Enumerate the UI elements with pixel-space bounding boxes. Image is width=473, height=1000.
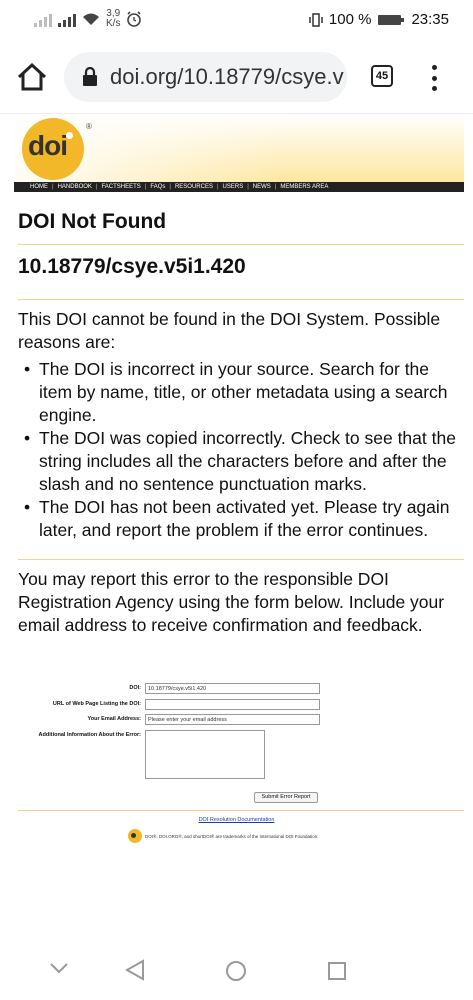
submit-button[interactable]: Submit Error Report — [254, 792, 318, 803]
alarm-icon — [127, 11, 142, 27]
nav-factsheets[interactable]: FACTSHEETS — [101, 184, 140, 190]
docs-link[interactable]: DOI Resolution Documentation — [0, 817, 473, 823]
recents-icon[interactable] — [327, 961, 347, 981]
divider — [18, 542, 464, 560]
reasons-section: This DOI cannot be found in the DOI Syst… — [18, 300, 464, 542]
email-field-label: Your Email Address: — [87, 716, 142, 722]
wifi-icon — [83, 13, 99, 25]
nav-resources[interactable]: RESOURCES — [175, 184, 213, 190]
additional-info-textarea[interactable] — [145, 730, 265, 779]
reasons-list: The DOI is incorrect in your source. Sea… — [18, 358, 464, 542]
trademark-text: DOI®, DOI.ORG®, and shortDOI® are tradem… — [145, 833, 319, 839]
list-item: The DOI is incorrect in your source. Sea… — [24, 358, 464, 427]
lock-icon — [83, 67, 97, 86]
doi-field[interactable]: 10.18779/csye.v5i1.420 — [145, 683, 320, 694]
page-title: DOI Not Found — [18, 192, 464, 245]
vibrate-icon — [309, 12, 323, 27]
list-item: The DOI was copied incorrectly. Check to… — [24, 427, 464, 496]
divider — [18, 810, 464, 811]
url-field-label: URL of Web Page Listing the DOI: — [52, 701, 141, 707]
main-content: DOI Not Found 10.18779/csye.v5i1.420 Thi… — [18, 192, 464, 637]
home-icon[interactable] — [16, 62, 48, 92]
status-bar: 3,9 K/s 100 % 23:35 — [0, 0, 473, 40]
site-header: doi ® — [14, 114, 464, 182]
doi-field-label: DOI: — [129, 685, 141, 691]
back-icon[interactable] — [125, 959, 145, 981]
doi-mini-logo — [128, 829, 142, 843]
signal-sim2-icon — [58, 11, 76, 27]
site-nav: HOME | HANDBOOK | FACTSHEETS | FAQs | RESOUR… — [14, 182, 464, 192]
list-item: The DOI has not been activated yet. Plea… — [24, 496, 464, 542]
nav-news[interactable]: NEWS — [253, 184, 271, 190]
email-field[interactable]: Please enter your email address — [145, 714, 320, 725]
info-field-label: Additional Information About the Error: — [38, 732, 141, 738]
battery-percent: 100 % — [328, 11, 372, 28]
android-nav-bar — [0, 938, 473, 1000]
chevron-down-icon[interactable] — [49, 962, 69, 974]
signal-sim1-icon — [34, 11, 52, 27]
address-bar[interactable]: doi.org/10.18779/csye.v — [64, 52, 347, 102]
trademark-footer: DOI®, DOI.ORG®, and shortDOI® are tradem… — [128, 829, 319, 843]
overflow-menu-icon[interactable] — [430, 65, 438, 91]
tab-switcher-button[interactable]: 45 — [371, 65, 393, 87]
battery-icon — [378, 14, 405, 25]
nav-faqs[interactable]: FAQs — [150, 184, 165, 190]
doi-logo[interactable]: doi — [22, 118, 84, 180]
network-speed: 3,9 K/s — [106, 8, 121, 29]
browser-toolbar: doi.org/10.18779/csye.v 45 — [0, 40, 473, 114]
doi-heading: 10.18779/csye.v5i1.420 — [18, 245, 464, 300]
url-text[interactable]: doi.org/10.18779/csye.v — [110, 64, 344, 90]
nav-handbook[interactable]: HANDBOOK — [58, 184, 92, 190]
report-text: You may report this error to the respons… — [18, 569, 445, 635]
intro-text: This DOI cannot be found in the DOI Syst… — [18, 309, 441, 352]
nav-home[interactable]: HOME — [30, 184, 48, 190]
clock: 23:35 — [411, 11, 449, 28]
nav-members-area[interactable]: MEMBERS AREA — [280, 184, 328, 190]
nav-users[interactable]: USERS — [223, 184, 244, 190]
url-field[interactable] — [145, 699, 320, 710]
home-circle-icon[interactable] — [225, 960, 247, 982]
